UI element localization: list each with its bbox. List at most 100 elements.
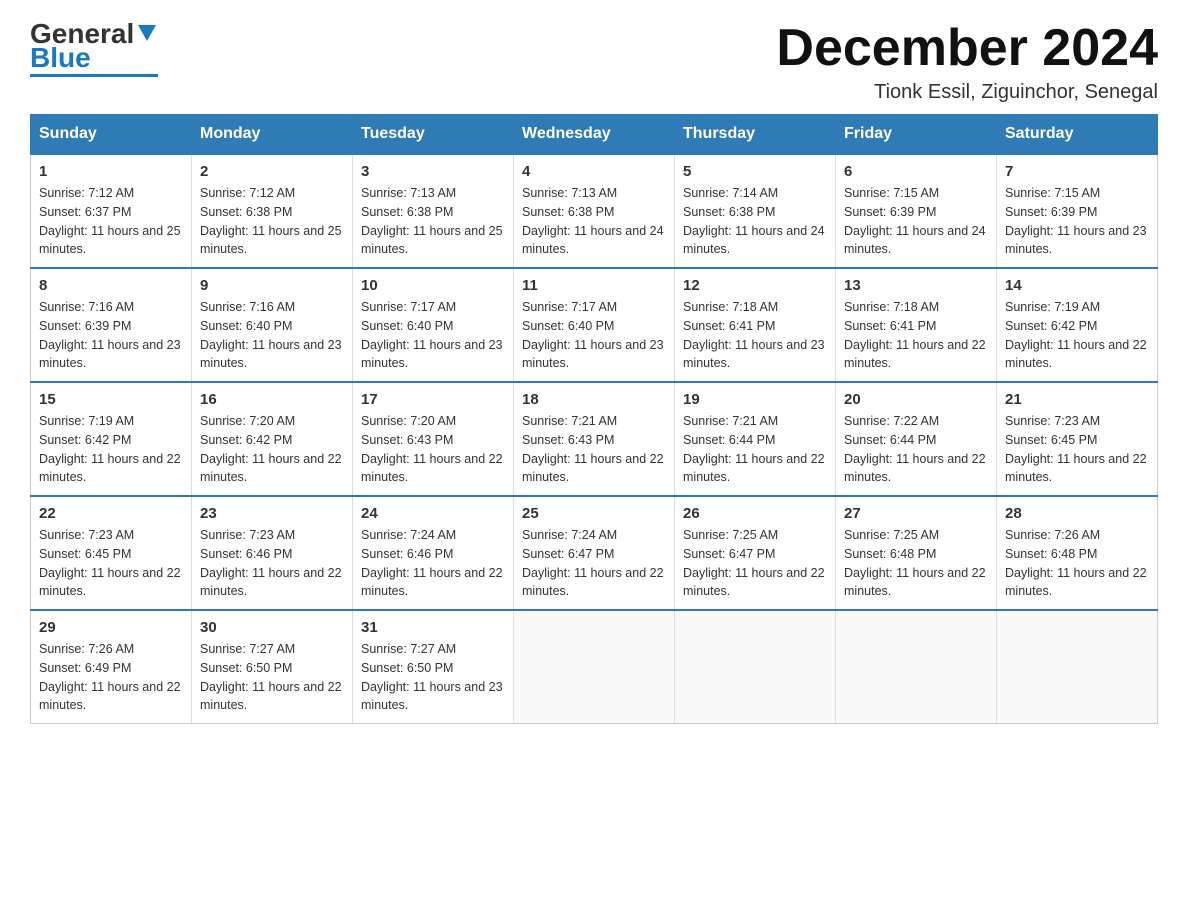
day-info: Sunrise: 7:27 AMSunset: 6:50 PMDaylight:… xyxy=(200,640,344,715)
calendar-day-cell xyxy=(836,610,997,724)
title-block: December 2024 Tionk Essil, Ziguinchor, S… xyxy=(776,20,1158,104)
day-number: 28 xyxy=(1005,505,1149,522)
calendar-day-cell: 14 Sunrise: 7:19 AMSunset: 6:42 PMDayligh… xyxy=(997,268,1158,382)
day-number: 3 xyxy=(361,163,505,180)
day-number: 4 xyxy=(522,163,666,180)
day-number: 29 xyxy=(39,619,183,636)
day-number: 9 xyxy=(200,277,344,294)
day-info: Sunrise: 7:22 AMSunset: 6:44 PMDaylight:… xyxy=(844,412,988,487)
day-info: Sunrise: 7:27 AMSunset: 6:50 PMDaylight:… xyxy=(361,640,505,715)
calendar-day-cell: 4 Sunrise: 7:13 AMSunset: 6:38 PMDaylight… xyxy=(514,154,675,268)
day-info: Sunrise: 7:19 AMSunset: 6:42 PMDaylight:… xyxy=(1005,298,1149,373)
day-number: 16 xyxy=(200,391,344,408)
day-info: Sunrise: 7:20 AMSunset: 6:43 PMDaylight:… xyxy=(361,412,505,487)
location-subtitle: Tionk Essil, Ziguinchor, Senegal xyxy=(776,81,1158,104)
calendar-day-cell: 19 Sunrise: 7:21 AMSunset: 6:44 PMDayligh… xyxy=(675,382,836,496)
day-info: Sunrise: 7:12 AMSunset: 6:38 PMDaylight:… xyxy=(200,184,344,259)
day-info: Sunrise: 7:15 AMSunset: 6:39 PMDaylight:… xyxy=(844,184,988,259)
calendar-day-cell xyxy=(675,610,836,724)
calendar-day-cell: 17 Sunrise: 7:20 AMSunset: 6:43 PMDayligh… xyxy=(353,382,514,496)
calendar-day-cell: 26 Sunrise: 7:25 AMSunset: 6:47 PMDayligh… xyxy=(675,496,836,610)
day-number: 5 xyxy=(683,163,827,180)
day-number: 2 xyxy=(200,163,344,180)
calendar-day-cell: 28 Sunrise: 7:26 AMSunset: 6:48 PMDayligh… xyxy=(997,496,1158,610)
calendar-day-cell: 25 Sunrise: 7:24 AMSunset: 6:47 PMDayligh… xyxy=(514,496,675,610)
calendar-week-row: 29 Sunrise: 7:26 AMSunset: 6:49 PMDayligh… xyxy=(31,610,1158,724)
day-info: Sunrise: 7:26 AMSunset: 6:49 PMDaylight:… xyxy=(39,640,183,715)
day-number: 19 xyxy=(683,391,827,408)
day-info: Sunrise: 7:19 AMSunset: 6:42 PMDaylight:… xyxy=(39,412,183,487)
calendar-day-cell: 13 Sunrise: 7:18 AMSunset: 6:41 PMDayligh… xyxy=(836,268,997,382)
day-number: 24 xyxy=(361,505,505,522)
calendar-day-cell xyxy=(514,610,675,724)
calendar-day-cell: 20 Sunrise: 7:22 AMSunset: 6:44 PMDayligh… xyxy=(836,382,997,496)
calendar-week-row: 8 Sunrise: 7:16 AMSunset: 6:39 PMDaylight… xyxy=(31,268,1158,382)
calendar-day-cell: 12Sunrise: 7:18 AMSunset: 6:41 PMDayligh… xyxy=(675,268,836,382)
day-number: 31 xyxy=(361,619,505,636)
column-header-monday: Monday xyxy=(192,115,353,155)
calendar-day-cell: 8 Sunrise: 7:16 AMSunset: 6:39 PMDaylight… xyxy=(31,268,192,382)
calendar-day-cell: 10Sunrise: 7:17 AMSunset: 6:40 PMDayligh… xyxy=(353,268,514,382)
day-info: Sunrise: 7:21 AMSunset: 6:43 PMDaylight:… xyxy=(522,412,666,487)
day-number: 7 xyxy=(1005,163,1149,180)
calendar-day-cell: 29 Sunrise: 7:26 AMSunset: 6:49 PMDayligh… xyxy=(31,610,192,724)
calendar-table: SundayMondayTuesdayWednesdayThursdayFrid… xyxy=(30,114,1158,724)
day-number: 27 xyxy=(844,505,988,522)
day-info: Sunrise: 7:26 AMSunset: 6:48 PMDaylight:… xyxy=(1005,526,1149,601)
day-number: 10 xyxy=(361,277,505,294)
calendar-day-cell: 2 Sunrise: 7:12 AMSunset: 6:38 PMDaylight… xyxy=(192,154,353,268)
day-info: Sunrise: 7:23 AMSunset: 6:45 PMDaylight:… xyxy=(39,526,183,601)
calendar-week-row: 22 Sunrise: 7:23 AMSunset: 6:45 PMDayligh… xyxy=(31,496,1158,610)
column-header-saturday: Saturday xyxy=(997,115,1158,155)
day-info: Sunrise: 7:23 AMSunset: 6:46 PMDaylight:… xyxy=(200,526,344,601)
day-number: 14 xyxy=(1005,277,1149,294)
day-number: 30 xyxy=(200,619,344,636)
calendar-day-cell: 18 Sunrise: 7:21 AMSunset: 6:43 PMDayligh… xyxy=(514,382,675,496)
day-number: 1 xyxy=(39,163,183,180)
logo-blue: Blue xyxy=(30,44,91,72)
column-header-sunday: Sunday xyxy=(31,115,192,155)
calendar-day-cell: 3Sunrise: 7:13 AMSunset: 6:38 PMDaylight… xyxy=(353,154,514,268)
day-number: 17 xyxy=(361,391,505,408)
calendar-day-cell: 16 Sunrise: 7:20 AMSunset: 6:42 PMDayligh… xyxy=(192,382,353,496)
day-info: Sunrise: 7:24 AMSunset: 6:46 PMDaylight:… xyxy=(361,526,505,601)
calendar-day-cell: 21 Sunrise: 7:23 AMSunset: 6:45 PMDayligh… xyxy=(997,382,1158,496)
day-number: 20 xyxy=(844,391,988,408)
day-number: 23 xyxy=(200,505,344,522)
calendar-day-cell: 31 Sunrise: 7:27 AMSunset: 6:50 PMDayligh… xyxy=(353,610,514,724)
day-info: Sunrise: 7:16 AMSunset: 6:40 PMDaylight:… xyxy=(200,298,344,373)
day-info: Sunrise: 7:21 AMSunset: 6:44 PMDaylight:… xyxy=(683,412,827,487)
day-number: 18 xyxy=(522,391,666,408)
column-header-friday: Friday xyxy=(836,115,997,155)
day-info: Sunrise: 7:23 AMSunset: 6:45 PMDaylight:… xyxy=(1005,412,1149,487)
day-number: 11 xyxy=(522,277,666,294)
day-info: Sunrise: 7:16 AMSunset: 6:39 PMDaylight:… xyxy=(39,298,183,373)
day-info: Sunrise: 7:12 AMSunset: 6:37 PMDaylight:… xyxy=(39,184,183,259)
calendar-day-cell: 9 Sunrise: 7:16 AMSunset: 6:40 PMDaylight… xyxy=(192,268,353,382)
day-number: 25 xyxy=(522,505,666,522)
day-info: Sunrise: 7:24 AMSunset: 6:47 PMDaylight:… xyxy=(522,526,666,601)
day-info: Sunrise: 7:25 AMSunset: 6:47 PMDaylight:… xyxy=(683,526,827,601)
calendar-week-row: 1 Sunrise: 7:12 AMSunset: 6:37 PMDaylight… xyxy=(31,154,1158,268)
day-info: Sunrise: 7:13 AMSunset: 6:38 PMDaylight:… xyxy=(522,184,666,259)
calendar-day-cell: 5Sunrise: 7:14 AMSunset: 6:38 PMDaylight… xyxy=(675,154,836,268)
day-info: Sunrise: 7:18 AMSunset: 6:41 PMDaylight:… xyxy=(844,298,988,373)
day-number: 22 xyxy=(39,505,183,522)
calendar-header-row: SundayMondayTuesdayWednesdayThursdayFrid… xyxy=(31,115,1158,155)
day-number: 21 xyxy=(1005,391,1149,408)
day-number: 8 xyxy=(39,277,183,294)
day-number: 26 xyxy=(683,505,827,522)
column-header-tuesday: Tuesday xyxy=(353,115,514,155)
month-title: December 2024 xyxy=(776,20,1158,77)
page-header: General Blue December 2024 Tionk Essil, … xyxy=(30,20,1158,104)
day-number: 6 xyxy=(844,163,988,180)
logo: General Blue xyxy=(30,20,158,77)
logo-arrow-icon xyxy=(136,21,158,43)
calendar-week-row: 15Sunrise: 7:19 AMSunset: 6:42 PMDayligh… xyxy=(31,382,1158,496)
day-number: 13 xyxy=(844,277,988,294)
logo-underline xyxy=(30,74,158,77)
calendar-day-cell: 24 Sunrise: 7:24 AMSunset: 6:46 PMDayligh… xyxy=(353,496,514,610)
column-header-thursday: Thursday xyxy=(675,115,836,155)
calendar-day-cell: 27Sunrise: 7:25 AMSunset: 6:48 PMDayligh… xyxy=(836,496,997,610)
day-info: Sunrise: 7:20 AMSunset: 6:42 PMDaylight:… xyxy=(200,412,344,487)
